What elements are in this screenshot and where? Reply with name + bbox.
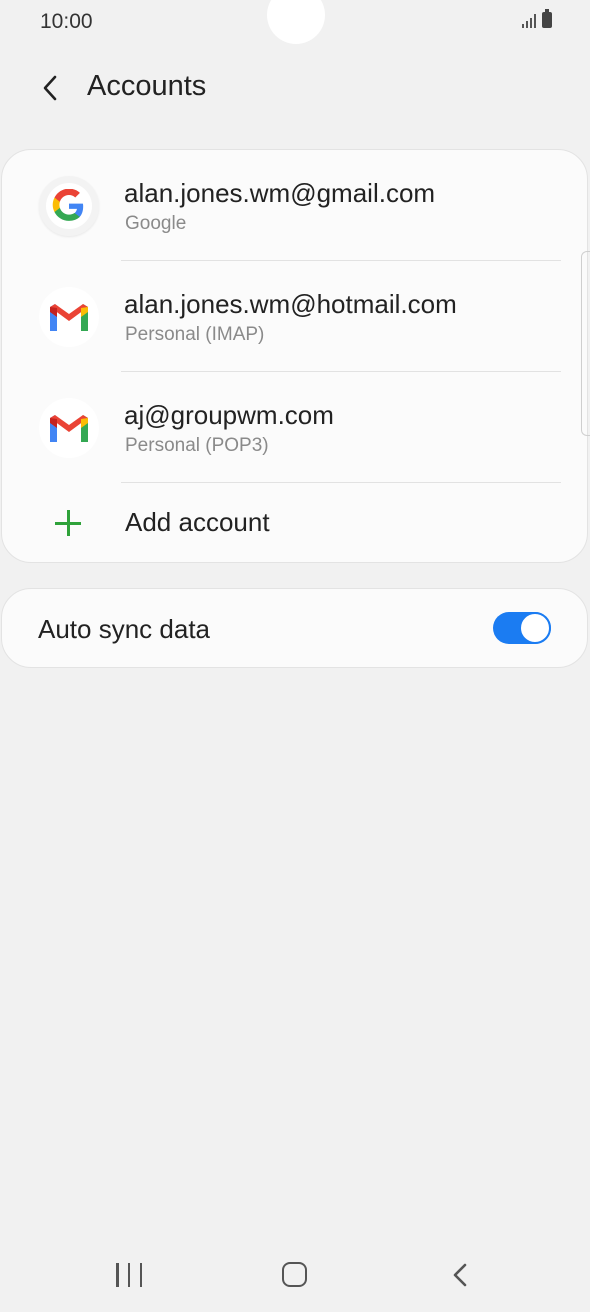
account-icon: [39, 287, 99, 347]
status-bar: 10:00: [0, 0, 590, 44]
app-bar: Accounts: [0, 56, 590, 120]
home-icon[interactable]: [282, 1262, 307, 1287]
account-row-groupwm[interactable]: aj@groupwm.com Personal (POP3): [2, 372, 589, 483]
back-icon[interactable]: [446, 1260, 476, 1290]
account-type: Google: [125, 213, 187, 234]
add-account-button[interactable]: Add account: [2, 483, 589, 563]
camera-notch: [267, 0, 325, 44]
recents-icon[interactable]: [116, 1263, 142, 1287]
account-type: Personal (IMAP): [125, 324, 265, 345]
account-row-hotmail[interactable]: alan.jones.wm@hotmail.com Personal (IMAP…: [2, 261, 589, 372]
gmail-icon: [50, 415, 88, 442]
status-icons: [522, 9, 552, 28]
status-time: 10:00: [40, 10, 93, 33]
auto-sync-label: Auto sync data: [38, 614, 210, 644]
auto-sync-toggle[interactable]: [493, 612, 551, 644]
add-account-label: Add account: [125, 507, 270, 537]
signal-icon: [522, 12, 536, 28]
google-icon: [39, 176, 99, 236]
back-button[interactable]: [30, 66, 70, 110]
scrollbar[interactable]: [581, 251, 590, 436]
page-title: Accounts: [87, 70, 207, 102]
plus-icon: [55, 510, 81, 536]
toggle-knob: [519, 612, 551, 644]
account-row-google[interactable]: alan.jones.wm@gmail.com Google: [2, 150, 589, 261]
account-icon: [39, 176, 99, 236]
battery-icon: [542, 9, 552, 28]
chevron-left-icon: [43, 75, 57, 101]
account-email: alan.jones.wm@gmail.com: [124, 178, 436, 208]
account-email: aj@groupwm.com: [124, 400, 334, 430]
auto-sync-row[interactable]: Auto sync data: [1, 588, 588, 668]
google-g-logo: [52, 189, 84, 221]
account-icon: [39, 398, 99, 458]
account-type: Personal (POP3): [125, 435, 269, 456]
account-email: alan.jones.wm@hotmail.com: [124, 289, 457, 319]
navigation-bar: [0, 1240, 590, 1312]
gmail-icon: [50, 304, 88, 331]
accounts-card: alan.jones.wm@gmail.com Google alan.jone…: [1, 149, 588, 563]
